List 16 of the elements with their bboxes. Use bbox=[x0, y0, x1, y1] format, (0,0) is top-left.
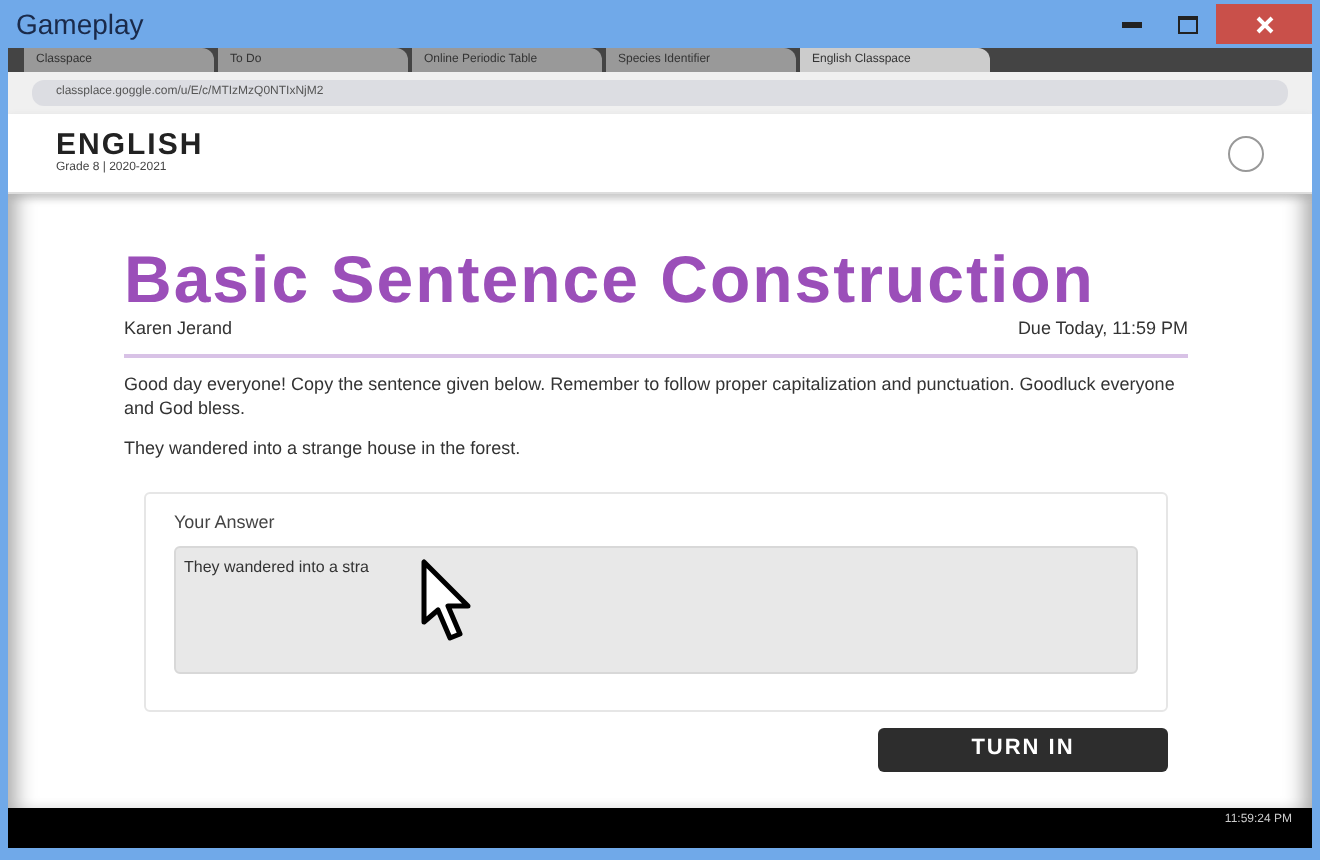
turn-in-button[interactable]: TURN IN bbox=[878, 727, 1168, 772]
course-name: ENGLISH bbox=[56, 129, 204, 159]
instructions: Good day everyone! Copy the sentence given below. Remember to follow proper capitalization and punctuation. Goodluck everyone and God bless. bbox=[124, 374, 1177, 422]
answer-field[interactable]: They wandered into a stra bbox=[174, 545, 1138, 674]
profile-button[interactable] bbox=[1228, 135, 1264, 171]
due-date: Due Today, 11:59 PM bbox=[1017, 315, 1188, 342]
window-title: Gameplay bbox=[16, 5, 146, 44]
cursor-icon bbox=[420, 557, 472, 642]
sentence-text: They wandered into a strange house in the forest. bbox=[124, 437, 523, 461]
close-icon bbox=[1255, 15, 1273, 33]
close-button[interactable] bbox=[1216, 4, 1312, 44]
answer-label: Your Answer bbox=[174, 510, 277, 537]
teacher-name: Karen Jerand bbox=[124, 315, 233, 342]
maximize-icon bbox=[1178, 15, 1198, 33]
minimize-icon bbox=[1122, 20, 1142, 28]
assignment-title: Basic Sentence Construction bbox=[124, 246, 1097, 316]
